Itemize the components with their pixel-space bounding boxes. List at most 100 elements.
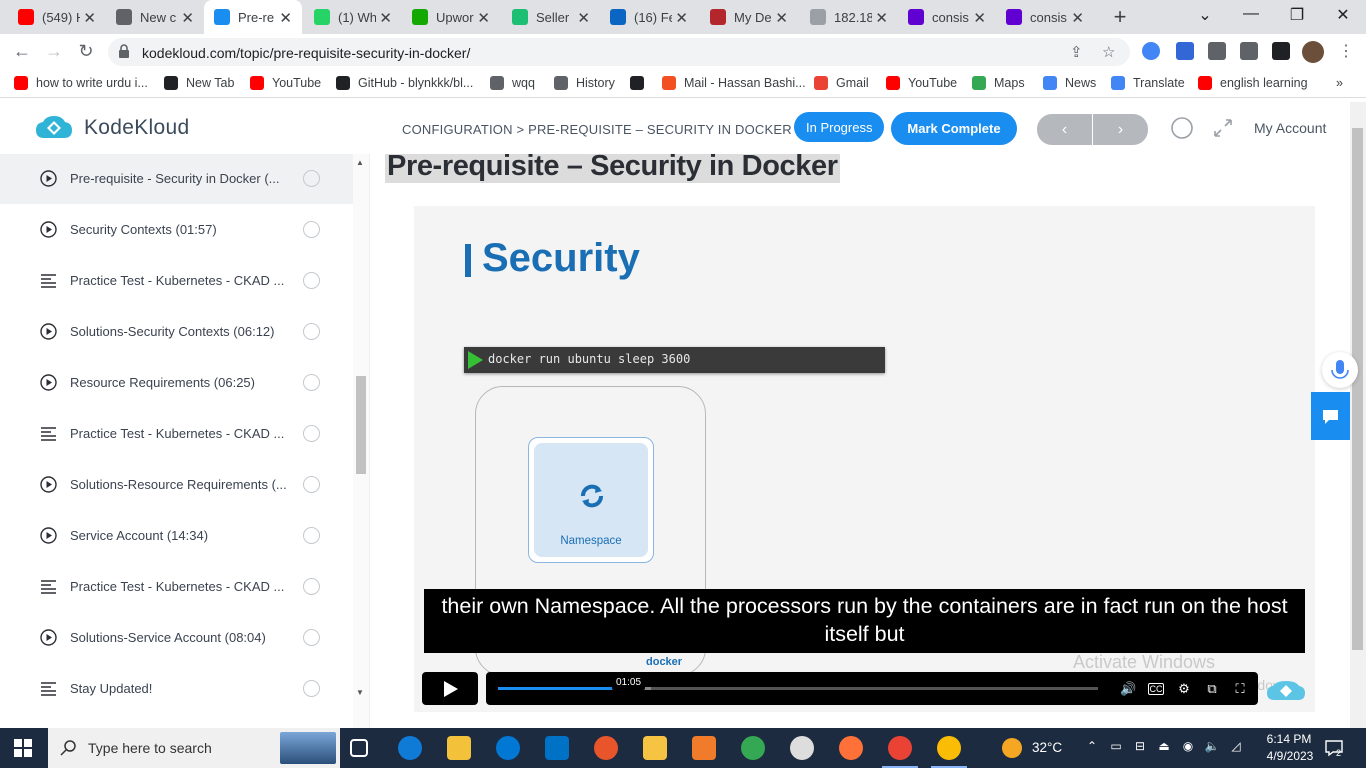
browser-tab[interactable]: (549) H✕ <box>8 0 106 34</box>
lesson-item[interactable]: Pre-requisite - Security in Docker (... <box>0 154 353 204</box>
tab-close-icon[interactable]: ✕ <box>181 9 194 27</box>
voice-extension-icon[interactable] <box>1142 42 1160 60</box>
sidebar-scroll-up-icon[interactable]: ▲ <box>356 158 364 167</box>
clock-date[interactable]: 4/9/2023 <box>1262 749 1318 763</box>
browser-tab[interactable]: 182.18 ✕ <box>800 0 898 34</box>
lesson-item[interactable]: Service Account (14:34) <box>0 510 353 561</box>
completion-circle-icon[interactable] <box>303 680 320 697</box>
bookmark-item[interactable]: wqq <box>490 76 535 90</box>
tray-usb-icon[interactable]: ⏏ <box>1156 739 1172 755</box>
dark-mode-moon-icon[interactable] <box>1170 116 1194 140</box>
tab-close-icon[interactable]: ✕ <box>279 9 292 27</box>
browser-tab[interactable]: Upwor ✕ <box>402 0 500 34</box>
tab-close-icon[interactable]: ✕ <box>775 9 788 27</box>
taskbar-search-box[interactable]: Type here to search <box>48 728 340 768</box>
forward-button[interactable]: → <box>42 41 66 62</box>
bookmark-item[interactable]: News <box>1043 76 1096 90</box>
tray-network-device-icon[interactable]: ⊟ <box>1132 739 1148 755</box>
completion-circle-icon[interactable] <box>303 374 320 391</box>
completion-circle-icon[interactable] <box>303 221 320 238</box>
share-icon[interactable]: ⇪ <box>1070 43 1083 61</box>
bookmark-item[interactable]: New Tab <box>164 76 234 90</box>
tab-close-icon[interactable]: ✕ <box>1071 9 1084 27</box>
browser-tab[interactable]: Pre-re ✕ <box>204 0 302 34</box>
bookmark-item[interactable]: YouTube <box>250 76 321 90</box>
captions-icon[interactable]: CC <box>1148 683 1164 695</box>
tab-close-icon[interactable]: ✕ <box>577 9 590 27</box>
lesson-item[interactable]: Solutions-Security Contexts (06:12) <box>0 306 353 357</box>
tab-close-icon[interactable]: ✕ <box>477 9 490 27</box>
windows-start-icon[interactable] <box>14 739 32 757</box>
lesson-item[interactable]: Stay Updated! <box>0 663 353 714</box>
browser-tab[interactable]: (16) Fe ✕ <box>600 0 698 34</box>
tab-close-icon[interactable]: ✕ <box>875 9 888 27</box>
tab-close-icon[interactable]: ✕ <box>973 9 986 27</box>
tray-overflow-chevron-icon[interactable]: ⌃ <box>1084 739 1100 755</box>
ide-app-icon[interactable] <box>594 736 618 760</box>
completion-circle-icon[interactable] <box>303 272 320 289</box>
download-extension-icon[interactable] <box>1176 42 1194 60</box>
seek-bar[interactable]: 01:05 <box>498 675 1098 690</box>
browser-tab[interactable]: Seller ✕ <box>502 0 600 34</box>
menu-kebab-icon[interactable]: ⋮ <box>1334 41 1358 61</box>
my-account-link[interactable]: My Account <box>1254 120 1326 136</box>
lesson-item[interactable]: Security Contexts (01:57) <box>0 204 353 255</box>
completion-circle-icon[interactable] <box>303 527 320 544</box>
bookmark-item[interactable]: Maps <box>972 76 1025 90</box>
bookmark-item[interactable]: Translate <box>1111 76 1185 90</box>
browser-tab[interactable]: consis ✕ <box>996 0 1094 34</box>
microsoft-store-icon[interactable] <box>447 736 471 760</box>
next-lesson-button[interactable]: › <box>1093 114 1148 145</box>
bookmarks-overflow-icon[interactable]: » <box>1336 76 1343 90</box>
profile-avatar[interactable] <box>1302 41 1324 63</box>
in-progress-button[interactable]: In Progress <box>794 112 885 142</box>
chat-widget-button[interactable] <box>1311 392 1350 440</box>
bookmark-item[interactable]: History <box>554 76 615 90</box>
bookmark-item[interactable]: english learning <box>1198 76 1308 90</box>
lesson-item[interactable]: Practice Test - Kubernetes - CKAD ... <box>0 408 353 459</box>
chrome-icon[interactable] <box>741 736 765 760</box>
browser-tab[interactable]: (1) Wh ✕ <box>304 0 402 34</box>
bookmark-item[interactable]: Mail - Hassan Bashi... <box>662 76 806 90</box>
tab-search-icon[interactable]: ⌄ <box>1190 5 1220 25</box>
bookmark-item[interactable]: YouTube <box>886 76 957 90</box>
completion-circle-icon[interactable] <box>303 425 320 442</box>
reload-button[interactable]: ↻ <box>74 41 98 62</box>
lesson-item[interactable]: Practice Test - Kubernetes - CKAD ... <box>0 561 353 612</box>
tray-volume-icon[interactable]: 🔈 <box>1204 739 1220 755</box>
sidebar-scroll-down-icon[interactable]: ▼ <box>356 688 364 697</box>
restore-button[interactable]: ❐ <box>1282 5 1312 25</box>
bookmark-item[interactable] <box>630 76 652 90</box>
tab-close-icon[interactable]: ✕ <box>379 9 392 27</box>
obs-icon[interactable] <box>790 736 814 760</box>
settings-gear-icon[interactable]: ⚙ <box>1176 681 1192 697</box>
fullscreen-expand-icon[interactable] <box>1212 117 1234 139</box>
browser-tab[interactable]: consis ✕ <box>898 0 996 34</box>
lesson-item[interactable]: Solutions-Service Account (08:04) <box>0 612 353 663</box>
browser-tab[interactable]: My De ✕ <box>700 0 798 34</box>
browser-tab[interactable]: New c ✕ <box>106 0 204 34</box>
skype-icon[interactable] <box>496 736 520 760</box>
task-view-icon[interactable] <box>350 739 368 757</box>
completion-circle-icon[interactable] <box>303 476 320 493</box>
picture-in-picture-icon[interactable]: ⧉ <box>1204 681 1220 697</box>
back-button[interactable]: ← <box>10 41 34 62</box>
video-player[interactable]: Security docker run ubuntu sleep 3600 Na… <box>414 206 1315 712</box>
minimize-button[interactable]: — <box>1236 5 1266 23</box>
bookmark-item[interactable]: Gmail <box>814 76 869 90</box>
side-panel-icon[interactable] <box>1272 42 1290 60</box>
tab-close-icon[interactable]: ✕ <box>675 9 688 27</box>
completion-circle-icon[interactable] <box>303 170 320 187</box>
clock-time[interactable]: 6:14 PM <box>1266 732 1312 746</box>
volume-icon[interactable]: 🔊 <box>1120 681 1136 697</box>
weather-sun-icon[interactable] <box>1002 738 1022 758</box>
play-button[interactable] <box>422 672 478 705</box>
new-tab-button[interactable]: + <box>1108 4 1132 30</box>
completion-circle-icon[interactable] <box>303 578 320 595</box>
fullscreen-icon[interactable]: ⛶ <box>1232 681 1248 697</box>
mail-icon[interactable] <box>545 736 569 760</box>
tray-app-icon[interactable]: ▭ <box>1108 739 1124 755</box>
breadcrumb[interactable]: CONFIGURATION > PRE-REQUISITE – SECURITY… <box>402 122 792 137</box>
lesson-item[interactable]: Resource Requirements (06:25) <box>0 357 353 408</box>
settings-app-icon[interactable] <box>692 736 716 760</box>
